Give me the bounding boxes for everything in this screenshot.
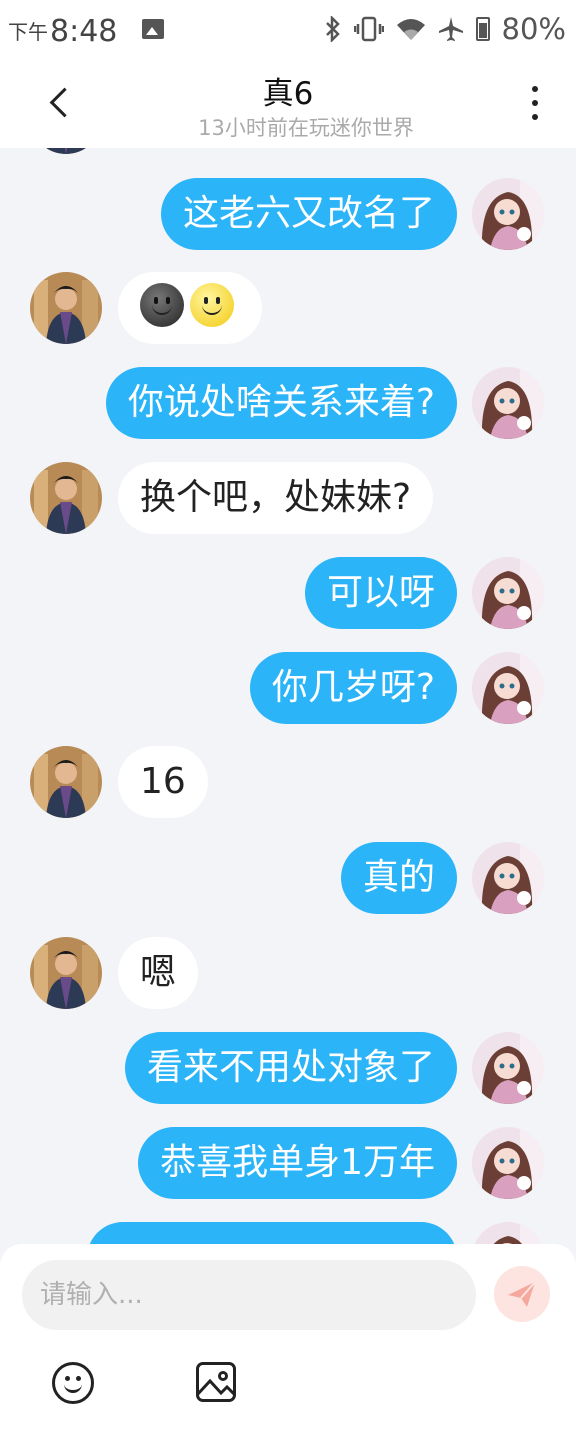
message-row <box>0 148 576 154</box>
sent-message-bubble[interactable]: 可以呀 <box>304 557 457 629</box>
my-avatar[interactable] <box>472 1127 544 1199</box>
contact-avatar[interactable] <box>30 272 102 344</box>
vibrate-icon <box>353 16 384 42</box>
received-message-bubble[interactable]: 嗯 <box>118 937 199 1009</box>
airplane-mode-icon <box>438 17 463 41</box>
my-avatar[interactable] <box>472 367 544 439</box>
contact-avatar[interactable] <box>30 462 102 534</box>
message-input[interactable] <box>22 1260 476 1330</box>
dark-smiling-face-emoji <box>140 283 184 327</box>
received-message-bubble[interactable] <box>118 272 262 344</box>
message-row-sent <box>0 1222 576 1244</box>
message-row-sent: 你几岁呀? <box>0 652 576 724</box>
chat-subtitle: 13小时前在玩迷你世界 <box>198 116 414 140</box>
my-avatar[interactable] <box>472 1032 544 1104</box>
message-row-received: 嗯 <box>0 937 576 1009</box>
my-avatar[interactable] <box>472 842 544 914</box>
message-row-sent: 恭喜我单身1万年 <box>0 1127 576 1199</box>
image-icon <box>199 1371 233 1396</box>
message-row-received: 换个吧，处妹妹? <box>0 462 576 534</box>
message-row-sent: 看来不用处对象了 <box>0 1032 576 1104</box>
sent-message-bubble[interactable]: 看来不用处对象了 <box>124 1032 457 1104</box>
image-picker-icon[interactable] <box>196 1362 236 1402</box>
send-icon <box>508 1281 536 1307</box>
my-avatar[interactable] <box>472 178 544 250</box>
sent-message-bubble[interactable]: 你说处啥关系来着? <box>105 367 457 439</box>
message-row-received: 16 <box>0 746 576 818</box>
battery-percent: 80% <box>501 12 566 46</box>
battery-icon <box>475 17 490 41</box>
message-row-sent: 你说处啥关系来着? <box>0 367 576 439</box>
contact-avatar[interactable] <box>30 746 102 818</box>
smiling-face-emoji <box>190 283 234 327</box>
message-list[interactable]: 这老六又改名了 你说处啥关系来着? 换个吧，处妹妹? 可以呀 你几岁呀? 16 … <box>0 148 576 1244</box>
my-avatar[interactable] <box>472 557 544 629</box>
sent-message-bubble[interactable]: 这老六又改名了 <box>160 178 457 250</box>
sent-message-bubble[interactable]: 你几岁呀? <box>249 652 457 724</box>
sent-message-bubble[interactable]: 恭喜我单身1万年 <box>138 1127 457 1199</box>
more-options-icon[interactable] <box>524 84 548 124</box>
message-row-sent: 真的 <box>0 842 576 914</box>
wifi-icon <box>396 19 425 40</box>
status-icons: 80% <box>324 12 566 46</box>
send-button[interactable] <box>494 1266 550 1322</box>
message-row-sent: 可以呀 <box>0 557 576 629</box>
emoji-button[interactable] <box>52 1362 94 1404</box>
contact-avatar[interactable] <box>30 148 102 154</box>
received-message-bubble[interactable]: 换个吧，处妹妹? <box>118 462 434 534</box>
bluetooth-icon <box>325 16 340 42</box>
my-avatar[interactable] <box>472 1222 544 1244</box>
gallery-notification-icon <box>142 19 164 39</box>
contact-avatar[interactable] <box>30 937 102 1009</box>
message-row-received <box>0 272 576 344</box>
message-row-sent: 这老六又改名了 <box>0 178 576 250</box>
input-bar <box>0 1244 576 1440</box>
chat-header: 真6 13小时前在玩迷你世界 <box>0 62 576 148</box>
chat-title: 真6 <box>262 76 314 112</box>
status-bar: 下午8:48 80% <box>0 0 576 62</box>
received-message-bubble[interactable]: 16 <box>118 746 208 818</box>
sent-message-bubble[interactable]: 真的 <box>340 842 457 914</box>
my-avatar[interactable] <box>472 652 544 724</box>
status-time: 下午8:48 <box>8 14 118 49</box>
sent-message-bubble[interactable] <box>87 1222 457 1244</box>
